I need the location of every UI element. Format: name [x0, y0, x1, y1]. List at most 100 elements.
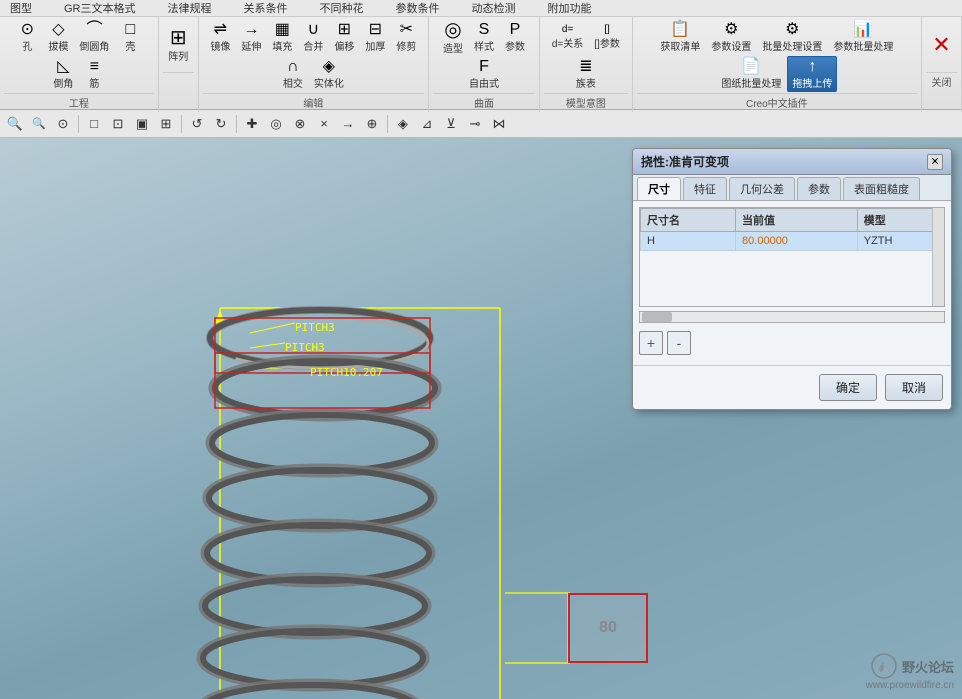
tool-btn-3[interactable]: ⊻: [440, 113, 462, 135]
btn-upload[interactable]: ↑ 拖拽上传: [787, 56, 837, 92]
circle-btn[interactable]: ◎: [265, 113, 287, 135]
model-intent-buttons: d= d=关系 [] []参数 ≣ 族表: [544, 19, 628, 92]
dialog-close-button[interactable]: ✕: [927, 154, 943, 170]
toolbar-section-engineering: ⊙ 孔 ◇ 拔模 ⌒ 倒圆角 □ 壳 ◺ 倒角: [0, 17, 159, 112]
btn-param[interactable]: P 参数: [500, 19, 530, 55]
toolbar-section-curve: ◎ 造型 S 样式 P 参数 F 自由式 曲面: [429, 17, 540, 112]
btn-get-list[interactable]: 📋 获取清单: [655, 19, 705, 55]
col-header-dim-name: 尺寸名: [641, 209, 736, 232]
menu-item-8[interactable]: 附加功能: [542, 0, 598, 16]
tool-btn-5[interactable]: ⋈: [488, 113, 510, 135]
draft-icon: ◇: [52, 22, 64, 38]
tab-geo-tolerance[interactable]: 几何公差: [729, 177, 795, 200]
menu-item-4[interactable]: 关系条件: [238, 0, 294, 16]
view-btn-3[interactable]: ▣: [131, 113, 153, 135]
remove-row-button[interactable]: -: [667, 331, 691, 355]
btn-rib[interactable]: ≡ 筋: [79, 56, 109, 92]
menu-item-3[interactable]: 法律规程: [162, 0, 218, 16]
array-icon: ⊞: [170, 28, 187, 48]
btn-param-batch[interactable]: 📊 参数批量处理: [828, 19, 898, 55]
param-icon: P: [510, 22, 521, 38]
curve-label: 曲面: [433, 93, 535, 110]
btn-solidify[interactable]: ◈ 实体化: [309, 56, 349, 92]
tool-btn-4[interactable]: ⊸: [464, 113, 486, 135]
pitch3-label-1: PITCH3: [295, 321, 335, 334]
tab-param[interactable]: 参数: [797, 177, 841, 200]
batch-settings-icon: ⚙: [785, 22, 799, 38]
ok-button[interactable]: 确定: [819, 374, 877, 401]
offset-icon: ⊞: [338, 22, 351, 38]
btn-draft[interactable]: ◇ 拔模: [43, 19, 73, 55]
menu-item-7[interactable]: 动态检测: [466, 0, 522, 16]
btn-surface-style[interactable]: S 样式: [469, 19, 499, 55]
main-area: PITCH3 PITCH3 PITCH10.207 PITCH10.207 PI…: [0, 138, 962, 699]
menu-item-2[interactable]: GR三文本格式: [58, 0, 142, 16]
btn-mirror[interactable]: ⇌ 镜像: [205, 19, 235, 55]
add-row-button[interactable]: +: [639, 331, 663, 355]
cell-model: YZTH: [857, 232, 943, 251]
view-btn-1[interactable]: □: [83, 113, 105, 135]
tab-feature[interactable]: 特征: [683, 177, 727, 200]
rotate-cw-btn[interactable]: ↺: [186, 113, 208, 135]
btn-freestyle[interactable]: F 自由式: [464, 56, 504, 92]
btn-round[interactable]: ⌒ 倒圆角: [74, 19, 114, 55]
btn-array[interactable]: ⊞ 阵列: [163, 19, 193, 71]
close-label: 关闭: [926, 72, 957, 89]
btn-fill[interactable]: ▦ 填充: [267, 19, 297, 55]
plus-circle-btn[interactable]: ⊕: [361, 113, 383, 135]
view-btn-2[interactable]: ⊡: [107, 113, 129, 135]
solidify-icon: ◈: [323, 59, 335, 75]
edit-buttons: ⇌ 镜像 → 延伸 ▦ 填充 ∪ 合并 ⊞ 偏移: [203, 19, 424, 92]
table-scrollbar[interactable]: [932, 208, 944, 306]
btn-intersect[interactable]: ∩ 相交: [278, 56, 308, 92]
cross-circle-btn[interactable]: ⊗: [289, 113, 311, 135]
btn-shell[interactable]: □ 壳: [115, 19, 145, 55]
zoom-in-btn[interactable]: 🔍: [4, 113, 26, 135]
curve-buttons: ◎ 造型 S 样式 P 参数 F 自由式: [433, 19, 535, 92]
btn-family[interactable]: ≣ 族表: [571, 56, 601, 92]
arrow-btn[interactable]: →: [337, 113, 359, 135]
watermark-icon: [870, 652, 898, 680]
btn-merge[interactable]: ∪ 合并: [298, 19, 328, 55]
offset-label: 偏移: [334, 38, 354, 53]
style-label: 造型: [443, 40, 463, 55]
tab-dimension[interactable]: 尺寸: [637, 177, 681, 200]
btn-hole[interactable]: ⊙ 孔: [12, 19, 42, 55]
freestyle-icon: F: [479, 59, 489, 75]
chamfer-icon: ◺: [57, 59, 69, 75]
menu-item-5[interactable]: 不同种花: [314, 0, 370, 16]
btn-param2[interactable]: [] []参数: [589, 19, 625, 55]
scrollbar-thumb[interactable]: [642, 312, 672, 322]
toolbar-section-model-intent: d= d=关系 [] []参数 ≣ 族表 模型意图: [540, 17, 633, 112]
rotate-ccw-btn[interactable]: ↻: [210, 113, 232, 135]
intersect-icon: ∩: [287, 59, 299, 75]
tool-btn-2[interactable]: ⊿: [416, 113, 438, 135]
cancel-button[interactable]: 取消: [885, 374, 943, 401]
param2-label: []参数: [594, 35, 620, 50]
cross-btn[interactable]: ×: [313, 113, 335, 135]
btn-relation[interactable]: d= d=关系: [547, 19, 588, 55]
horizontal-scrollbar[interactable]: [639, 311, 945, 323]
edit-label: 编辑: [203, 93, 424, 110]
fit-btn[interactable]: ⊙: [52, 113, 74, 135]
btn-trim[interactable]: ✂ 修剪: [391, 19, 421, 55]
zoom-out-btn[interactable]: 🔍: [28, 113, 50, 135]
btn-param-settings[interactable]: ⚙ 参数设置: [706, 19, 756, 55]
menu-item-1[interactable]: 图型: [4, 0, 38, 16]
tab-surface-roughness[interactable]: 表面粗糙度: [843, 177, 920, 200]
view-btn-4[interactable]: ⊞: [155, 113, 177, 135]
btn-drawing-batch[interactable]: 📄 图纸批量处理: [716, 56, 786, 92]
btn-chamfer[interactable]: ◺ 倒角: [48, 56, 78, 92]
menu-item-6[interactable]: 参数条件: [390, 0, 446, 16]
btn-style[interactable]: ◎ 造型: [438, 19, 468, 55]
tool-btn-1[interactable]: ◈: [392, 113, 414, 135]
btn-extend[interactable]: → 延伸: [236, 19, 266, 55]
btn-thicken[interactable]: ⊟ 加厚: [360, 19, 390, 55]
toolbar-section-array: ⊞ 阵列: [159, 17, 199, 112]
table-row[interactable]: H 80.00000 YZTH: [641, 232, 944, 251]
add-btn[interactable]: ✚: [241, 113, 263, 135]
btn-batch-settings[interactable]: ⚙ 批量处理设置: [757, 19, 827, 55]
btn-close-toolbar[interactable]: ✕: [926, 19, 956, 71]
btn-offset[interactable]: ⊞ 偏移: [329, 19, 359, 55]
watermark-name: 野火论坛: [902, 657, 954, 676]
